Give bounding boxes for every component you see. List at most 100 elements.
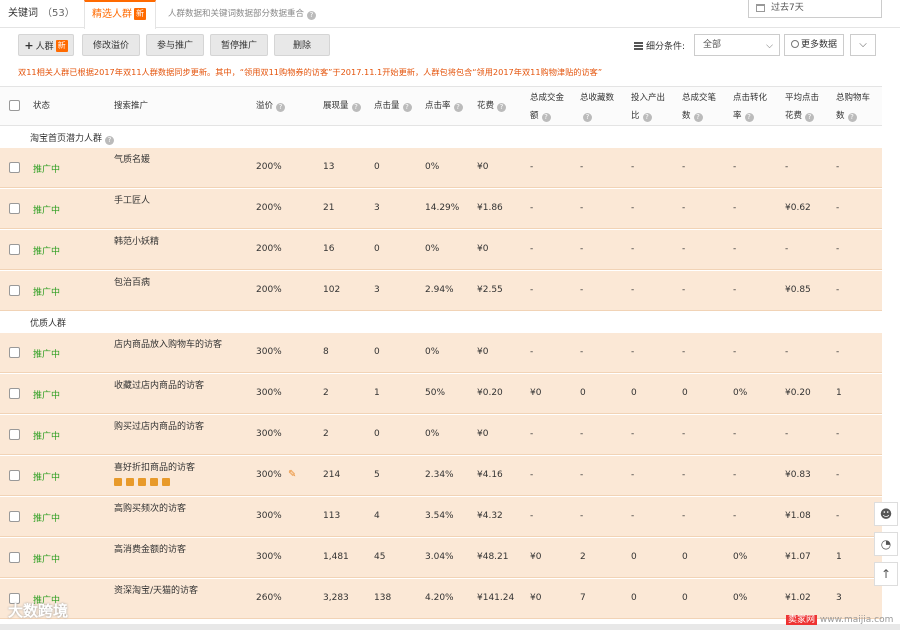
table-row[interactable]: 推广中 资深淘宝/天猫的访客 260% 3,283 138 4.20% ¥141.24 ¥0 7… bbox=[0, 579, 882, 619]
cell-premium[interactable]: 300% bbox=[256, 552, 282, 562]
table-row[interactable]: 推广中 收藏过店内商品的访客 300% 2 1 50% ¥0.20 ¥0 0 0 0 0% ¥0.20 1 bbox=[0, 374, 882, 414]
table-row[interactable]: 推广中 手工匠人 200% 21 3 14.29% ¥1.86 - - - - - ¥0.62 - bbox=[0, 189, 882, 229]
help-icon[interactable]: ? bbox=[453, 103, 463, 112]
help-icon[interactable]: ? bbox=[642, 113, 652, 122]
add-crowd-button[interactable]: + 人群新 bbox=[18, 34, 74, 56]
help-icon[interactable]: ? bbox=[307, 11, 317, 20]
crowd-name: 气质名媛 bbox=[114, 155, 151, 165]
col-clicks[interactable]: 点击量? bbox=[374, 97, 412, 115]
help-icon[interactable]: ? bbox=[351, 103, 361, 112]
col-roi[interactable]: 投入产出比? bbox=[631, 89, 665, 125]
cell-fav: - bbox=[580, 470, 584, 480]
cell-orders: - bbox=[682, 429, 686, 439]
col-total-orders[interactable]: 总成交笔数? bbox=[682, 89, 716, 125]
help-icon[interactable]: ? bbox=[541, 113, 551, 122]
cell-gmv: - bbox=[530, 285, 534, 295]
row-checkbox[interactable] bbox=[9, 162, 20, 173]
customer-service-icon[interactable]: ☻ bbox=[874, 502, 898, 526]
row-checkbox[interactable] bbox=[9, 244, 20, 255]
help-icon[interactable]: ? bbox=[805, 113, 815, 122]
table-row[interactable]: 推广中 高购买频次的访客 300% 113 4 3.54% ¥4.32 - - - - - ¥1.08 - bbox=[0, 497, 882, 537]
modify-premium-button[interactable]: 修改溢价 bbox=[82, 34, 140, 56]
col-premium[interactable]: 溢价? bbox=[256, 97, 286, 115]
cell-premium[interactable]: 300% bbox=[256, 429, 282, 439]
row-checkbox[interactable] bbox=[9, 285, 20, 296]
pause-promo-button[interactable]: 暂停推广 bbox=[210, 34, 268, 56]
cell-orders: - bbox=[682, 203, 686, 213]
cell-cpc: - bbox=[785, 347, 789, 357]
cell-clicks: 4 bbox=[374, 511, 380, 521]
col-ctr[interactable]: 点击率? bbox=[425, 97, 463, 115]
table-row[interactable]: 推广中 店内商品放入购物车的访客 300% 8 0 0% ¥0 - - - - - - - bbox=[0, 333, 882, 373]
tab-selected-crowd[interactable]: 精选人群新 bbox=[84, 0, 156, 29]
col-total-fav[interactable]: 总收藏数? bbox=[580, 89, 614, 125]
col-avg-cpc[interactable]: 平均点击 花费? bbox=[785, 89, 819, 125]
help-icon[interactable]: ? bbox=[847, 113, 857, 122]
row-checkbox[interactable] bbox=[9, 203, 20, 214]
copy-icon[interactable] bbox=[126, 478, 134, 486]
tab-keywords[interactable]: 关键词 （53） bbox=[8, 0, 75, 28]
row-checkbox[interactable] bbox=[9, 429, 20, 440]
cell-premium[interactable]: 200% bbox=[256, 244, 282, 254]
help-icon[interactable]: ? bbox=[276, 103, 286, 112]
cell-premium[interactable]: 300% bbox=[256, 511, 282, 521]
cell-premium[interactable]: 200% bbox=[256, 203, 282, 213]
cell-premium[interactable]: 300% bbox=[256, 388, 282, 398]
cell-cost: ¥48.21 bbox=[477, 552, 509, 562]
cell-fav: - bbox=[580, 244, 584, 254]
table-header: 状态 搜索推广 溢价? 展现量? 点击量? 点击率? 花费? 总成交金额? 总收… bbox=[0, 86, 882, 126]
cell-clicks: 138 bbox=[374, 593, 392, 603]
row-checkbox[interactable] bbox=[9, 347, 20, 358]
help-icon[interactable]: ? bbox=[693, 113, 703, 122]
col-ctr-label: 点击率 bbox=[425, 101, 451, 111]
col-impressions[interactable]: 展现量? bbox=[323, 97, 361, 115]
col-cvr[interactable]: 点击转化率? bbox=[733, 89, 767, 125]
cell-orders: - bbox=[682, 347, 686, 357]
table-row[interactable]: 推广中 包治百病 200% 102 3 2.94% ¥2.55 - - - - - ¥0.85 - bbox=[0, 271, 882, 311]
col-cost[interactable]: 花费? bbox=[477, 97, 507, 115]
help-icon[interactable]: ? bbox=[497, 103, 507, 112]
table-row[interactable]: 推广中 高消费金额的访客 300% 1,481 45 3.04% ¥48.21 ¥0 2 0 0 0%… bbox=[0, 538, 882, 578]
help-icon[interactable]: ? bbox=[105, 136, 115, 145]
table-row[interactable]: 推广中 喜好折扣商品的访客 300% 214 5 2.34% ¥4.16 - - - - - ¥0.83… bbox=[0, 456, 882, 496]
row-checkbox[interactable] bbox=[9, 388, 20, 399]
chart-icon[interactable] bbox=[162, 478, 170, 486]
join-promo-button[interactable]: 参与推广 bbox=[146, 34, 204, 56]
speed-icon[interactable]: ◔ bbox=[874, 532, 898, 556]
cell-cvr: - bbox=[733, 470, 737, 480]
more-data-button[interactable]: 更多数据 bbox=[784, 34, 844, 56]
horizontal-scrollbar[interactable] bbox=[0, 624, 900, 630]
report-icon[interactable] bbox=[114, 478, 122, 486]
row-checkbox[interactable] bbox=[9, 470, 20, 481]
col-total-gmv[interactable]: 总成交金额? bbox=[530, 89, 564, 125]
cell-premium[interactable]: 300% bbox=[256, 470, 282, 480]
cell-gmv: ¥0 bbox=[530, 552, 542, 562]
cell-premium[interactable]: 260% bbox=[256, 593, 282, 603]
delete-icon[interactable] bbox=[138, 478, 146, 486]
cell-premium[interactable]: 300% bbox=[256, 347, 282, 357]
cell-ctr: 3.54% bbox=[425, 511, 454, 521]
cell-premium[interactable]: 200% bbox=[256, 285, 282, 295]
cell-premium[interactable]: 200% bbox=[256, 162, 282, 172]
select-all-checkbox[interactable] bbox=[9, 100, 20, 111]
cell-roi: 0 bbox=[631, 388, 637, 398]
more-data-label: 更多数据 bbox=[800, 40, 837, 50]
table-row[interactable]: 推广中 韩范小妖精 200% 16 0 0% ¥0 - - - - - - - bbox=[0, 230, 882, 270]
back-to-top-icon[interactable]: ↑ bbox=[874, 562, 898, 586]
table-row[interactable]: 推广中 购买过店内商品的访客 300% 2 0 0% ¥0 - - - - - - - bbox=[0, 415, 882, 455]
date-range-select[interactable]: 过去7天 bbox=[748, 0, 882, 18]
trend-icon[interactable] bbox=[150, 478, 158, 486]
edit-premium-icon[interactable]: ✎ bbox=[288, 469, 296, 480]
row-checkbox[interactable] bbox=[9, 511, 20, 522]
help-icon[interactable]: ? bbox=[402, 103, 412, 112]
tab-crowd-label: 精选人群 bbox=[92, 9, 132, 20]
collapse-button[interactable]: ⌵ bbox=[850, 34, 876, 56]
delete-button[interactable]: 删除 bbox=[274, 34, 330, 56]
help-icon[interactable]: ? bbox=[744, 113, 754, 122]
row-checkbox[interactable] bbox=[9, 552, 20, 563]
filter-select[interactable]: 全部 ⌵ bbox=[694, 34, 780, 56]
table-row[interactable]: 推广中 气质名媛 200% 13 0 0% ¥0 - - - - - - - bbox=[0, 148, 882, 188]
help-icon[interactable]: ? bbox=[583, 113, 592, 122]
col-total-cart[interactable]: 总购物车数? bbox=[836, 89, 870, 125]
col-premium-label: 溢价 bbox=[256, 101, 274, 111]
